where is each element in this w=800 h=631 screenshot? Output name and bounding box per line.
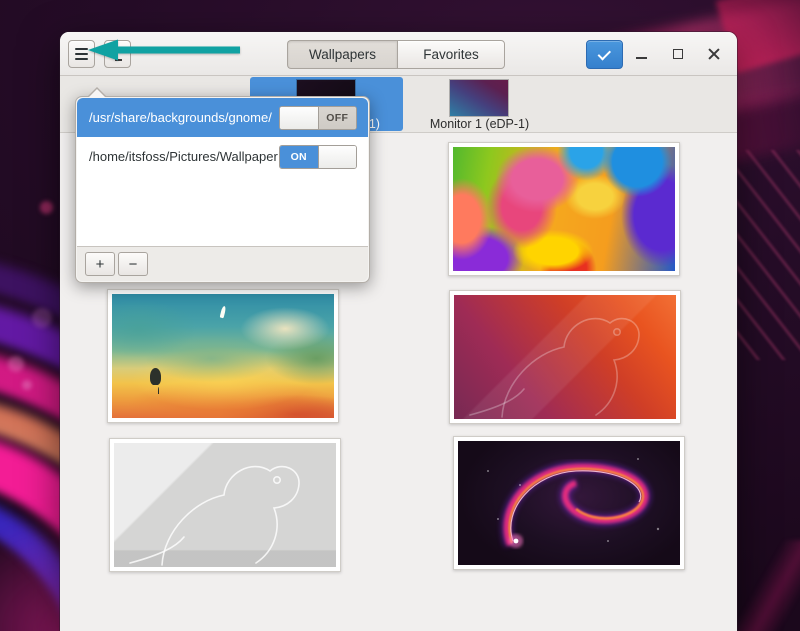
folder-actions-bar: + − [77,246,368,281]
maximize-button[interactable] [665,42,691,66]
thumbnail-image [458,441,680,565]
wallpaper-thumbnail-comet[interactable] [453,436,685,570]
remove-folder-button[interactable]: − [118,252,148,276]
wallpaper-streak [726,540,800,631]
bokeh-dot [8,356,24,372]
toggle-off-label: OFF [319,107,357,129]
monitor-1-label: Monitor 1 (eDP-1) [403,117,556,131]
comet-swirl-graphic [458,441,680,565]
wallpaper-folders-popover: /usr/share/backgrounds/gnome/ OFF /home/… [75,96,370,283]
toggle-handle [318,146,357,168]
rocket-shape [219,306,226,319]
thumbnail-image [112,294,334,418]
thumbnail-image [454,295,676,419]
check-icon [597,47,610,60]
folder-toggle-off[interactable]: OFF [279,106,357,130]
apply-button[interactable] [586,40,623,69]
beaver-outline-icon [114,443,336,567]
folder-path: /usr/share/backgrounds/gnome/ [89,110,272,125]
wallpaper-thumbnail-colorful-paint[interactable] [448,142,680,276]
close-icon [708,48,720,60]
beaver-outline-icon [454,295,676,419]
bokeh-dot [40,201,53,214]
thumbnail-image [453,147,675,271]
add-folder-button[interactable]: + [85,252,115,276]
minimize-icon [636,57,647,59]
folder-list: /usr/share/backgrounds/gnome/ OFF /home/… [77,98,368,246]
folder-row-pictures[interactable]: /home/itsfoss/Pictures/Wallpaper ON [77,137,368,176]
figure-silhouette [150,368,161,385]
wallpaper-thumbnail-beaver-orange[interactable] [449,290,681,424]
bokeh-dot [32,308,52,328]
tab-favorites[interactable]: Favorites [397,40,505,69]
monitor-1-thumbnail [450,80,508,116]
folder-toggle-on[interactable]: ON [279,145,357,169]
folder-path: /home/itsfoss/Pictures/Wallpaper [89,149,278,164]
toggle-handle [280,107,319,129]
thumbnail-image [114,443,336,567]
monitor-item-1[interactable]: Monitor 1 (eDP-1) [403,77,556,131]
tab-wallpapers[interactable]: Wallpapers [287,40,397,69]
wallpaper-thumbnail-watercolor-landscape[interactable] [107,289,339,423]
maximize-icon [673,49,683,59]
folder-row-gnome[interactable]: /usr/share/backgrounds/gnome/ OFF [77,98,368,137]
minimize-button[interactable] [628,42,654,66]
close-button[interactable] [701,42,727,66]
toggle-on-label: ON [280,146,318,168]
annotation-arrow [78,36,243,64]
bokeh-dot [22,380,32,390]
wallpaper-thumbnail-beaver-grey[interactable] [109,438,341,572]
view-switcher: Wallpapers Favorites [287,40,505,69]
